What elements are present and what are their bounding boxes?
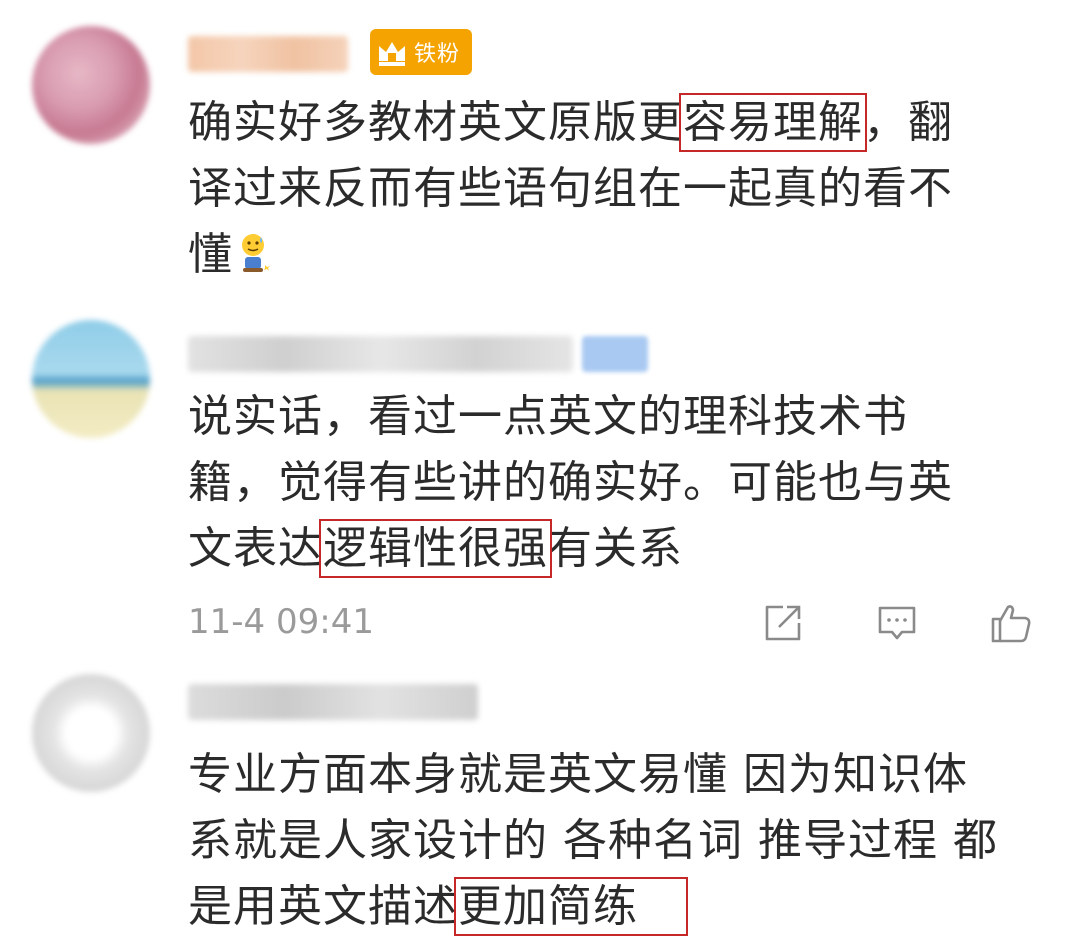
timestamp: 11-4 09:41 — [188, 602, 374, 642]
fan-badge: 铁粉 — [370, 29, 472, 75]
fan-badge-label: 铁粉 — [414, 42, 461, 67]
crown-icon — [379, 42, 405, 66]
comment-icon — [878, 606, 916, 640]
username-blurred[interactable] — [188, 36, 348, 72]
reply-button[interactable] — [872, 598, 922, 648]
sweat-smile-emoji-icon — [242, 234, 270, 272]
avatar[interactable] — [32, 320, 150, 438]
share-button[interactable] — [758, 598, 808, 648]
like-icon — [991, 605, 1031, 643]
highlight-box: 逻辑性很强 — [319, 519, 552, 578]
highlight-box: 更加简练 — [454, 877, 688, 936]
username-blurred[interactable] — [188, 336, 573, 372]
comment-text: 确实好多教材英文原版更容易理解，翻 译过来反而有些语句组在一起真的看不 懂 — [188, 93, 953, 280]
comment-text: 说实话，看过一点英文的理科技术书 籍，觉得有些讲的确实好。可能也与英 文表达逻辑… — [188, 391, 953, 578]
share-icon — [765, 605, 801, 641]
highlight-box: 容易理解 — [679, 93, 867, 152]
avatar[interactable] — [32, 26, 150, 144]
comment-text: 专业方面本身就是英文易懂 因为知识体 系就是人家设计的 各种名词 推导过程 都 … — [188, 749, 998, 936]
avatar[interactable] — [32, 674, 150, 792]
level-badge-blurred — [582, 336, 648, 372]
like-button[interactable] — [986, 598, 1036, 648]
username-blurred[interactable] — [188, 684, 478, 720]
